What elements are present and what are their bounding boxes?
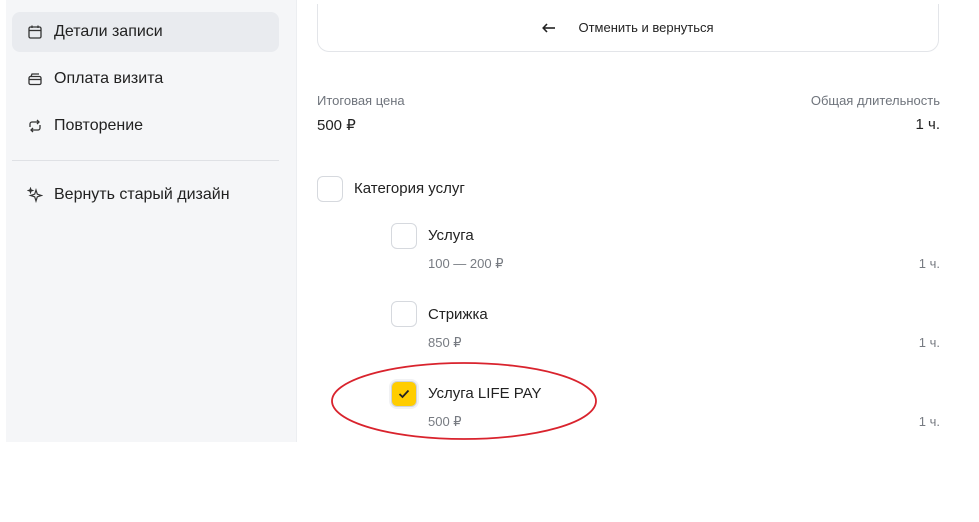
sidebar-item-label: Повторение — [54, 117, 144, 134]
sidebar-divider — [12, 160, 279, 161]
repeat-icon — [26, 117, 44, 135]
payment-icon — [26, 70, 44, 88]
service-checkbox-checked[interactable] — [391, 381, 417, 407]
service-price: 100 — 200 ₽ — [428, 256, 504, 271]
calendar-icon — [26, 23, 44, 41]
checkmark-icon — [398, 389, 410, 399]
sidebar-item-payment[interactable]: Оплата визита — [12, 59, 279, 99]
main-panel: Отменить и вернуться Итоговая цена 500 ₽… — [296, 0, 972, 442]
arrow-left-icon — [542, 22, 556, 33]
service-duration: 1 ч. — [918, 414, 940, 429]
sidebar-item-label: Оплата визита — [54, 70, 164, 87]
sparkle-icon — [26, 186, 44, 204]
total-price-value: 500 ₽ — [317, 117, 356, 134]
old-design-button[interactable]: Вернуть старый дизайн — [12, 175, 279, 215]
cancel-button[interactable]: Отменить и вернуться — [317, 4, 939, 52]
service-duration: 1 ч. — [918, 256, 940, 271]
total-duration-label: Общая длительность — [810, 93, 940, 108]
sidebar-item-repeat[interactable]: Повторение — [12, 106, 279, 146]
total-price-label: Итоговая цена — [317, 93, 405, 108]
service-price: 850 ₽ — [428, 335, 462, 350]
cancel-label: Отменить и вернуться — [578, 20, 714, 35]
service-title: Услуга LIFE PAY — [428, 385, 542, 402]
category-label: Категория услуг — [354, 180, 465, 197]
sidebar-item-label: Детали записи — [54, 23, 163, 40]
old-design-label: Вернуть старый дизайн — [54, 186, 230, 203]
service-checkbox[interactable] — [391, 301, 417, 327]
category-checkbox[interactable] — [317, 176, 343, 202]
sidebar-item-details[interactable]: Детали записи — [12, 12, 279, 52]
service-title: Услуга — [428, 227, 474, 244]
service-duration: 1 ч. — [918, 335, 940, 350]
sidebar: Детали записи Оплата визита Повторение В… — [12, 12, 279, 222]
service-title: Стрижка — [428, 306, 488, 323]
service-checkbox[interactable] — [391, 223, 417, 249]
service-price: 500 ₽ — [428, 414, 462, 429]
total-duration-value: 1 ч. — [915, 116, 941, 133]
